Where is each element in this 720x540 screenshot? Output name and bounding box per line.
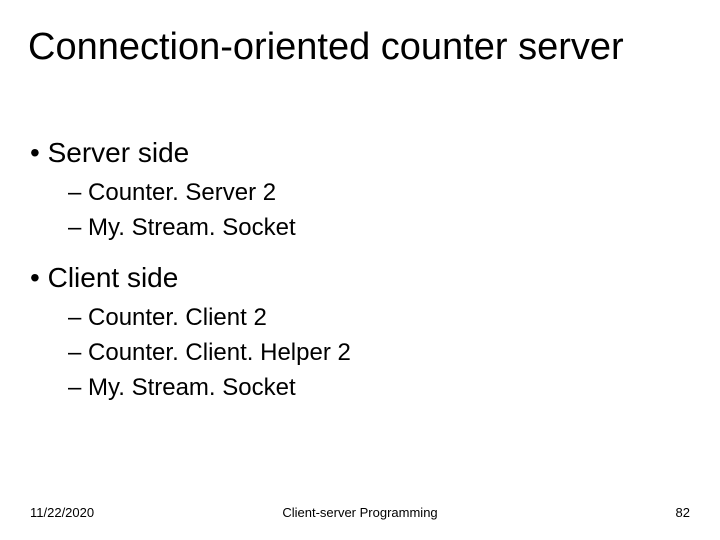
slide: Connection-oriented counter server • Ser… bbox=[0, 0, 720, 540]
footer-page: 82 bbox=[676, 505, 690, 520]
dash-marker: – bbox=[68, 214, 88, 241]
bullet-text: Server side bbox=[48, 137, 190, 168]
dash-marker: – bbox=[68, 374, 88, 401]
sub-bullet-text: Counter. Client. Helper 2 bbox=[88, 339, 351, 366]
sub-bullet-text: Counter. Client 2 bbox=[88, 304, 267, 331]
bullet-client-side: • Client side bbox=[30, 259, 690, 297]
footer-center: Client-server Programming bbox=[30, 505, 690, 520]
sub-bullet: – Counter. Client 2 bbox=[68, 301, 690, 336]
sub-bullet-text: My. Stream. Socket bbox=[88, 374, 296, 401]
sub-bullet: – Counter. Server 2 bbox=[68, 176, 690, 211]
slide-body: • Server side – Counter. Server 2 – My. … bbox=[30, 128, 690, 420]
sub-bullet: – Counter. Client. Helper 2 bbox=[68, 336, 690, 371]
bullet-marker: • bbox=[30, 262, 48, 293]
slide-title: Connection-oriented counter server bbox=[28, 26, 624, 69]
server-side-sublist: – Counter. Server 2 – My. Stream. Socket bbox=[68, 176, 690, 246]
bullet-text: Client side bbox=[48, 262, 179, 293]
sub-bullet: – My. Stream. Socket bbox=[68, 211, 690, 246]
sub-bullet-text: Counter. Server 2 bbox=[88, 179, 276, 206]
dash-marker: – bbox=[68, 304, 88, 331]
bullet-marker: • bbox=[30, 137, 48, 168]
bullet-server-side: • Server side bbox=[30, 134, 690, 172]
dash-marker: – bbox=[68, 339, 88, 366]
sub-bullet: – My. Stream. Socket bbox=[68, 371, 690, 406]
dash-marker: – bbox=[68, 179, 88, 206]
client-side-sublist: – Counter. Client 2 – Counter. Client. H… bbox=[68, 301, 690, 405]
sub-bullet-text: My. Stream. Socket bbox=[88, 214, 296, 241]
